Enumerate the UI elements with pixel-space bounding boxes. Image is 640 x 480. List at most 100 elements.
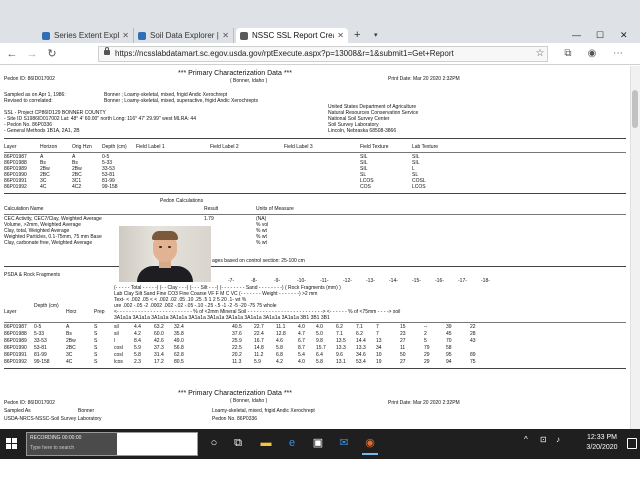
psda-cell: 6.2 [356,331,363,337]
windows-taskbar: RECORDING 00:00:00 Type here to search ○… [0,429,640,459]
clock[interactable]: 12:33 PM 3/20/2020 [580,433,624,453]
psda-cell: 43 [470,338,476,344]
psda-cell: 27 [400,338,406,344]
notifications-icon[interactable] [627,438,637,449]
tray-overflow-icon[interactable]: ^ [524,435,528,444]
psda-cell: 60.0 [154,331,164,337]
tab-actions-chevron-icon[interactable]: ▾ [374,28,378,43]
forward-icon[interactable]: → [24,46,40,62]
clock-date: 3/20/2020 [586,444,618,451]
psda-cell: 7 [376,324,379,330]
star-icon[interactable]: ☆ [532,46,548,62]
psda-cell: 12.8 [276,331,286,337]
calc-header: Pedon Calculations [160,198,204,204]
psda-cell: 13.1 [336,359,346,365]
psda-cell: 7.1 [356,324,363,330]
mail-icon[interactable]: ✉ [336,435,352,451]
screen: Series Extent Explorer | Calif ✕ Soil Da… [0,0,640,480]
taskbar-search-box[interactable]: RECORDING 00:00:00 Type here to search [26,432,198,456]
psda-cell: 32.4 [174,324,184,330]
address-bar[interactable]: https://ncsslabdatamart.sc.egov.usda.gov… [98,46,548,62]
close-icon[interactable]: ✕ [222,31,229,40]
close-icon[interactable]: ✕ [337,31,344,40]
refresh-icon[interactable]: ↻ [44,46,60,62]
layer-col-header: Field Label 1 [136,144,165,150]
layer-col-header: Field Label 2 [210,144,239,150]
page2-pedon-no: Pedon No. 86P0336 [212,416,258,422]
psda-col-number: -14- [389,278,398,284]
cortana-icon[interactable]: ○ [206,435,222,451]
task-view-icon[interactable]: ⧉ [230,435,246,451]
page2-sampled-name: Bonner [78,408,95,414]
psda-row-header: Prep [94,309,105,315]
psda-cell: 29 [424,352,430,358]
psda-cell: 49.0 [174,338,184,344]
psda-cell: 37.3 [154,345,164,351]
globe-icon [42,31,50,40]
psda-col-number: -15- [412,278,421,284]
psda-cell: 0-5 [34,324,42,330]
close-icon[interactable]: ✕ [122,31,129,40]
psda-row-header: Layer [4,309,17,315]
print-date: Print Date: Mar 20 2020 2:32PM [388,76,460,82]
revised-value: Bonner ; Loamy-skeletal, mixed, superact… [104,98,258,104]
volume-icon[interactable]: ♪ [556,435,560,444]
file-explorer-icon[interactable]: ▬ [258,435,274,451]
tab-nssc-ssl-report[interactable]: NSSC SSL Report Creati ✕ [236,28,348,43]
psda-cell: 79 [424,345,430,351]
psda-cell: 13 [376,338,382,344]
psda-cell: S [94,324,98,330]
psda-cell: 20.2 [232,352,242,358]
psda-cell: 14.8 [254,345,264,351]
psda-cell: 5-33 [34,331,45,337]
close-window-button[interactable]: ✕ [620,28,628,43]
psda-cell: 86P01990 [4,345,27,351]
collections-icon[interactable]: ⧉ [560,46,576,62]
tab-series-extent-explorer[interactable]: Series Extent Explorer | Calif ✕ [38,28,134,43]
psda-cell: 3C [66,352,73,358]
menu-icon[interactable]: ⋯ [610,46,626,62]
browser-tab-bar: Series Extent Explorer | Calif ✕ Soil Da… [0,0,640,43]
psda-cell: S [94,331,98,337]
presenter-shirt [137,266,193,282]
minimize-button[interactable]: — [572,28,581,43]
revised-label: Revised to correlated: [4,98,53,104]
search-placeholder: Type here to search [30,445,75,451]
psda-cell: 15 [400,324,406,330]
psda-cell: 2BC [66,345,76,351]
psda-cell: 70 [446,338,452,344]
psda-cell: 10 [376,352,382,358]
maximize-button[interactable]: ☐ [596,28,604,43]
psda-cell: 40.5 [232,324,242,330]
scrollbar-thumb[interactable] [632,90,638,128]
store-icon[interactable]: ▣ [310,435,326,451]
presenter-eye [168,246,171,248]
psda-cell: 5.8 [276,345,283,351]
windows-start-icon[interactable] [6,438,18,450]
psda-cell: 22.7 [254,324,264,330]
psda-cell: lcos [114,359,123,365]
new-tab-button[interactable]: + [354,28,360,43]
layer-col-header: Field Label 3 [284,144,313,150]
back-icon[interactable]: ← [4,46,20,62]
psda-cell: 6.4 [316,352,323,358]
below-taskbar-area [0,459,640,480]
recording-text: RECORDING 00:00:00 [30,435,82,441]
psda-cell: 7 [376,331,379,337]
app-icon[interactable]: ◉ [362,435,378,455]
psda-cell: 53.4 [356,359,366,365]
psda-cell: 23 [400,331,406,337]
lock-icon[interactable] [104,47,110,55]
psda-cell: 4.7 [298,331,305,337]
edge-icon[interactable]: e [284,435,300,451]
tab-soil-data-explorer[interactable]: Soil Data Explorer | Californi ✕ [134,28,234,43]
network-icon[interactable]: ⊡ [540,435,547,444]
profile-icon[interactable]: ◉ [584,46,600,62]
psda-cell: 4.6 [276,338,283,344]
psda-cell: 22 [470,324,476,330]
divider [4,138,626,139]
psda-cell: 5.8 [316,359,323,365]
calc-units: % wt [256,240,267,246]
psda-cell: 11.1 [276,324,286,330]
psda-cell: l [114,338,116,344]
